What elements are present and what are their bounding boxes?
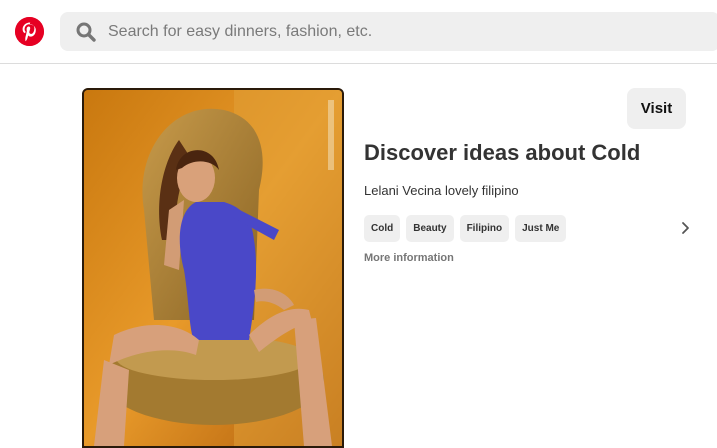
more-information-link[interactable]: More information xyxy=(364,252,454,264)
visit-button[interactable]: Visit xyxy=(627,88,686,129)
search-bar[interactable] xyxy=(60,12,717,51)
pin-photo[interactable] xyxy=(82,88,344,448)
search-input[interactable] xyxy=(104,12,704,51)
pin-description: Lelani Vecina lovely filipino xyxy=(364,183,519,198)
chevron-right-icon[interactable] xyxy=(679,220,693,236)
tag-beauty[interactable]: Beauty xyxy=(406,215,454,242)
top-header xyxy=(0,0,717,64)
pin-title: Discover ideas about Cold xyxy=(364,140,641,165)
tag-just-me[interactable]: Just Me xyxy=(515,215,567,242)
tag-list: Cold Beauty Filipino Just Me xyxy=(364,215,567,242)
search-icon xyxy=(76,22,96,42)
tag-filipino[interactable]: Filipino xyxy=(459,215,510,242)
pinterest-logo-icon[interactable] xyxy=(15,17,44,46)
tag-cold[interactable]: Cold xyxy=(364,215,401,242)
